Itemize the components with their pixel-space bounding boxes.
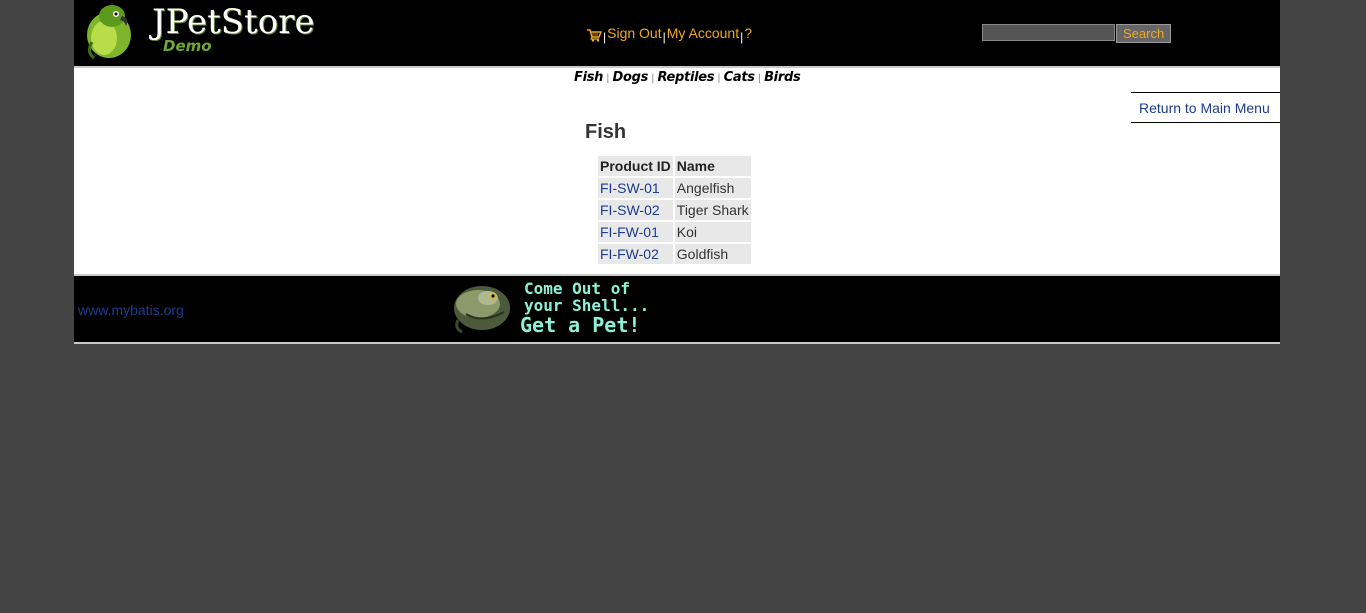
quicklink-separator: | [606, 73, 610, 84]
logo-subtitle: Demo [163, 37, 212, 55]
help-link[interactable]: ? [744, 25, 752, 41]
table-row: FI-SW-01 Angelfish [598, 178, 751, 198]
table-row: FI-FW-02 Goldfish [598, 244, 751, 264]
main-content: Return to Main Menu Fish Product ID Name… [74, 92, 1280, 276]
banner-line-3: Get a Pet! [520, 313, 641, 337]
logo-title: JPetStore [152, 2, 315, 42]
product-id-link[interactable]: FI-FW-01 [598, 222, 673, 242]
product-name: Angelfish [674, 178, 751, 198]
product-id-link[interactable]: FI-FW-02 [598, 244, 673, 264]
footer: www.mybatis.org Come Out of your Shell..… [74, 276, 1280, 344]
quicklink-separator: | [757, 73, 762, 84]
table-row: FI-SW-02 Tiger Shark [598, 200, 751, 220]
lizard-icon [454, 286, 510, 334]
menu-separator: | [603, 30, 607, 44]
promo-banner[interactable]: Come Out of your Shell... Get a Pet! [448, 278, 658, 337]
menu-separator: | [662, 30, 666, 44]
page-wrapper: JPetStore Demo |Sign Out|My Account|? Se… [74, 0, 1280, 344]
product-name: Koi [674, 222, 751, 242]
my-account-link[interactable]: My Account [667, 25, 739, 41]
menu-separator: | [740, 30, 744, 44]
search-button[interactable]: Search [1116, 24, 1172, 43]
quicklink-separator: | [717, 73, 721, 84]
product-name: Tiger Shark [674, 200, 751, 220]
header: JPetStore Demo |Sign Out|My Account|? Se… [74, 0, 1280, 68]
table-row: FI-FW-01 Koi [598, 222, 751, 242]
search-form: Search [982, 24, 1172, 43]
quicklink-dogs[interactable]: Dogs [613, 70, 649, 85]
category-quicklinks: Fish | Dogs | Reptiles | Cats | Birds [74, 68, 1280, 92]
table-header-row: Product ID Name [598, 156, 751, 176]
quicklink-cats[interactable]: Cats [724, 70, 755, 85]
logo[interactable]: JPetStore Demo [82, 2, 315, 60]
product-table: Product ID Name FI-SW-01 Angelfish FI-SW… [596, 154, 753, 266]
return-to-main-menu-link[interactable]: Return to Main Menu [1131, 92, 1280, 123]
product-id-link[interactable]: FI-SW-01 [598, 178, 673, 198]
header-menu: |Sign Out|My Account|? [586, 24, 752, 44]
quicklink-birds[interactable]: Birds [764, 70, 801, 85]
cart-icon[interactable] [586, 28, 603, 42]
page-title: Fish [585, 121, 627, 143]
column-header-name: Name [674, 156, 751, 176]
product-name: Goldfish [674, 244, 751, 264]
quicklink-fish[interactable]: Fish [574, 70, 603, 85]
quicklink-separator: | [651, 73, 655, 84]
quicklink-reptiles[interactable]: Reptiles [657, 70, 714, 85]
sign-out-link[interactable]: Sign Out [607, 25, 661, 41]
column-header-product-id: Product ID [598, 156, 673, 176]
product-id-link[interactable]: FI-SW-02 [598, 200, 673, 220]
parrot-logo-icon [87, 5, 131, 60]
mybatis-link[interactable]: www.mybatis.org [78, 302, 184, 318]
search-input[interactable] [982, 24, 1115, 41]
